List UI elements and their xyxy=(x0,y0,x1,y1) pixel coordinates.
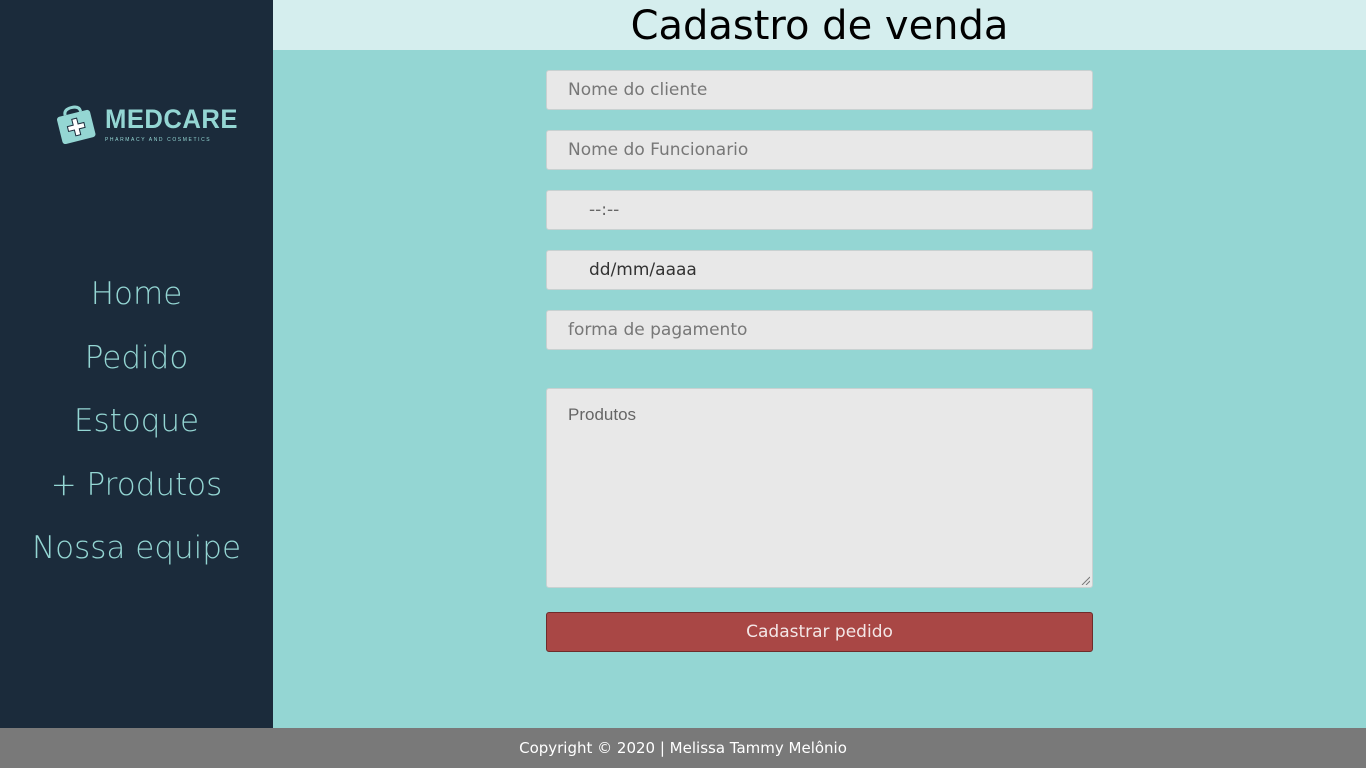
payment-method-input[interactable]: forma de pagamento xyxy=(546,310,1093,350)
sale-form: Nome do cliente Nome do Funcionario --:-… xyxy=(546,70,1093,652)
register-order-button[interactable]: Cadastrar pedido xyxy=(546,612,1093,652)
products-textarea[interactable]: Produtos xyxy=(546,388,1093,588)
client-name-input[interactable]: Nome do cliente xyxy=(546,70,1093,110)
nav-item-pedido[interactable]: Pedido xyxy=(0,332,273,396)
nav-item-home[interactable]: Home xyxy=(0,268,273,332)
sidebar: MEDCARE PHARMACY AND COSMETICS Home Pedi… xyxy=(0,0,273,728)
employee-name-input[interactable]: Nome do Funcionario xyxy=(546,130,1093,170)
products-placeholder: Produtos xyxy=(568,405,637,424)
brand-tagline: PHARMACY AND COSMETICS xyxy=(105,137,212,143)
brand-name: MEDCARE xyxy=(105,104,239,134)
nav-item-produtos[interactable]: + Produtos xyxy=(0,459,273,523)
nav-item-nossa-equipe[interactable]: Nossa equipe xyxy=(0,522,273,586)
time-input[interactable]: --:-- xyxy=(546,190,1093,230)
medcare-logo[interactable]: MEDCARE PHARMACY AND COSMETICS xyxy=(55,103,239,148)
nav-item-estoque[interactable]: Estoque xyxy=(0,395,273,459)
page-title: Cadastro de venda xyxy=(630,3,1009,49)
medical-bag-icon xyxy=(56,105,96,145)
page-header: Cadastro de venda xyxy=(273,0,1366,50)
copyright-text: Copyright © 2020 | Melissa Tammy Melônio xyxy=(519,739,847,757)
date-input[interactable]: dd/mm/aaaa xyxy=(546,250,1093,290)
main-nav: Home Pedido Estoque + Produtos Nossa equ… xyxy=(0,268,273,586)
footer: Copyright © 2020 | Melissa Tammy Melônio xyxy=(0,728,1366,768)
resize-handle-icon[interactable] xyxy=(1081,576,1090,585)
